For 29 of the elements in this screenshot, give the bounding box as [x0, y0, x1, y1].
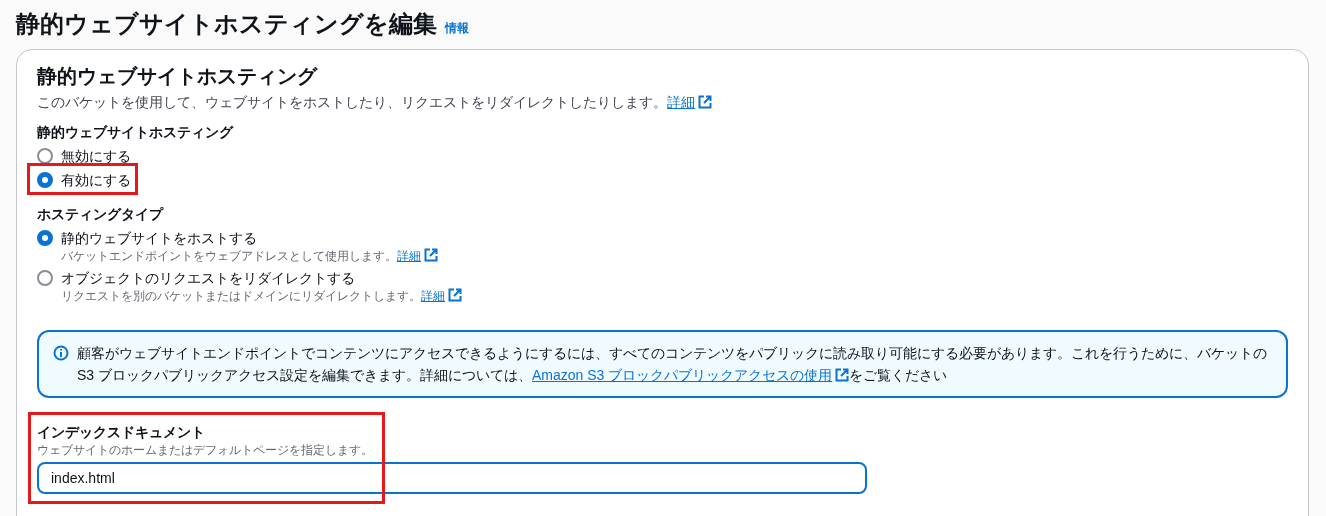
card-title: 静的ウェブサイトホスティング — [37, 64, 319, 89]
input-field[interactable]: index.html — [37, 462, 867, 494]
alert-text: 顧客がウェブサイトエンドポイントでコンテンツにアクセスできるようにするには、すべてのコンテンツをパブリックに読み取り可能にする必要があります。これを行うために、バケットの S3 ブロックパブリックアクセス設定を編集できます。詳細については、Amazon S3 ブロックパブリックアクセスの使用 をご覧ください — [77, 344, 1268, 385]
option-hint: リクエストを別のバケットまたはドメインにリダイレクトします。詳細 — [61, 288, 1288, 304]
details-link[interactable]: 詳細 — [421, 289, 462, 303]
field-hint: ウェブサイトのホームまたはデフォルトページを指定します。 — [37, 442, 374, 458]
radio-button[interactable] — [37, 230, 53, 246]
radio-label[interactable]: 有効にする — [61, 170, 131, 190]
details-link[interactable]: 詳細 — [667, 94, 712, 110]
radio-label[interactable]: 静的ウェブサイトをホストする — [61, 228, 257, 248]
info-icon — [53, 345, 69, 361]
radio-button[interactable] — [37, 148, 53, 164]
radio-label[interactable]: オブジェクトのリクエストをリダイレクトする — [61, 268, 355, 288]
external-link-icon — [424, 248, 438, 262]
info-link[interactable]: 情報 — [445, 20, 469, 37]
field-label: インデックスドキュメント — [37, 423, 206, 442]
details-link[interactable]: 詳細 — [397, 249, 438, 263]
external-link-icon — [835, 368, 850, 382]
card-description: このバケットを使用して、ウェブサイトをホストしたり、リクエストをリダイレクトしたりします。詳細 — [37, 92, 1288, 112]
radio-label[interactable]: 無効にする — [61, 146, 131, 166]
external-link-icon — [448, 288, 462, 302]
radio-button[interactable] — [37, 270, 53, 286]
page-title: 静的ウェブサイトホスティングを編集 — [16, 9, 437, 39]
external-link-icon — [698, 95, 712, 109]
documentation-link[interactable]: Amazon S3 ブロックパブリックアクセスの使用 — [532, 367, 850, 383]
option-hint: バケットエンドポイントをウェブアドレスとして使用します。詳細 — [61, 248, 1288, 264]
field-label: 静的ウェブサイトホスティング — [37, 123, 235, 142]
radio-button[interactable] — [37, 172, 53, 188]
field-label: ホスティングタイプ — [37, 205, 165, 224]
